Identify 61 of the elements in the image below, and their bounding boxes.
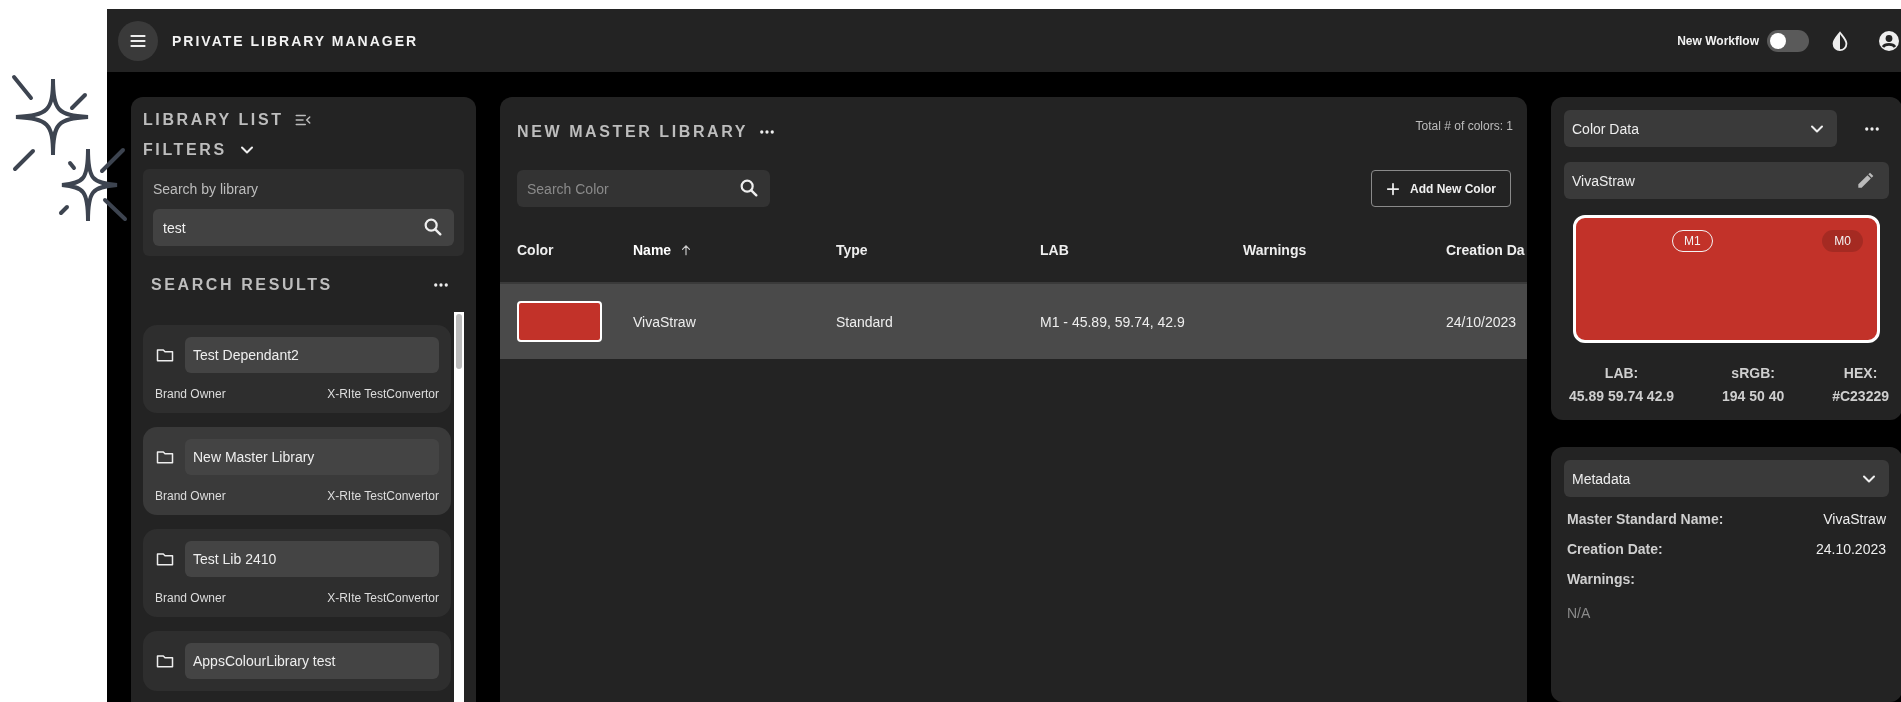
section-select[interactable]: Metadata bbox=[1564, 460, 1889, 497]
name-field[interactable]: VivaStraw bbox=[1564, 162, 1889, 199]
column-header[interactable]: Name bbox=[633, 242, 672, 258]
view-select[interactable]: Color Data bbox=[1564, 110, 1837, 147]
table-cell: VivaStraw bbox=[633, 313, 696, 330]
library-card[interactable]: New Master Library Brand Owner X-RIte TestConvertor bbox=[143, 427, 451, 515]
table-cell: M1 - 45.89, 59.74, 42.9 bbox=[1040, 313, 1185, 330]
field-label: Search by library bbox=[153, 181, 260, 197]
owner-label: Brand Owner bbox=[155, 489, 226, 503]
color-count: Total # of colors: 1 bbox=[1415, 119, 1513, 135]
value-label: LAB: bbox=[1604, 365, 1639, 381]
owner-name: X-RIte TestConvertor bbox=[327, 489, 439, 503]
library-name: New Master Library bbox=[185, 439, 439, 475]
search-field[interactable]: Search Color bbox=[517, 170, 770, 207]
pencil-icon[interactable] bbox=[1855, 170, 1875, 191]
section-title: SEARCH RESULTS bbox=[151, 276, 333, 294]
table-cell: 24/10/2023 bbox=[1446, 313, 1517, 330]
search-icon[interactable] bbox=[738, 177, 760, 199]
owner-label: Brand Owner bbox=[155, 387, 226, 401]
column-header[interactable]: Color bbox=[517, 242, 554, 258]
owner-name: X-RIte TestConvertor bbox=[327, 591, 439, 605]
column-header[interactable]: Warnings bbox=[1243, 242, 1307, 258]
owner-label: Brand Owner bbox=[155, 591, 226, 605]
account-icon[interactable] bbox=[1877, 28, 1901, 53]
field-value: N/A bbox=[1567, 605, 1592, 621]
library-card[interactable]: AppsColourLibrary test bbox=[143, 631, 451, 691]
library-title: NEW MASTER LIBRARY bbox=[517, 123, 749, 141]
column-header[interactable]: Creation Da bbox=[1446, 242, 1525, 258]
value-text: 45.89 59.74 42.9 bbox=[1569, 388, 1675, 404]
table-cell: Standard bbox=[836, 313, 893, 330]
field-label: Creation Date: bbox=[1567, 541, 1663, 557]
toggle-label: New Workflow bbox=[1677, 33, 1759, 48]
value-label: sRGB: bbox=[1731, 365, 1775, 381]
library-name: AppsColourLibrary test bbox=[185, 643, 439, 679]
app-title: PRIVATE LIBRARY MANAGER bbox=[172, 32, 419, 49]
table-row[interactable]: VivaStraw Standard M1 - 45.89, 59.74, 42.9 24/10/2023 bbox=[500, 284, 1527, 359]
library-card[interactable]: Test Dependant2 Brand Owner X-RIte TestConvertor bbox=[143, 325, 451, 413]
library-name: Test Lib 2410 bbox=[185, 541, 439, 577]
plus-icon bbox=[1386, 181, 1400, 196]
column-header[interactable]: Type bbox=[836, 242, 868, 258]
measurement-tag[interactable]: M0 bbox=[1822, 230, 1863, 252]
owner-name: X-RIte TestConvertor bbox=[327, 387, 439, 401]
field-label: Master Standard Name: bbox=[1567, 511, 1724, 527]
field-value: VivaStraw bbox=[1823, 511, 1886, 527]
panel-title: LIBRARY LIST bbox=[143, 111, 284, 129]
value-text: 194 50 40 bbox=[1722, 388, 1785, 404]
field-label: Warnings: bbox=[1567, 571, 1636, 587]
add-color-button[interactable]: Add New Color bbox=[1371, 170, 1511, 207]
search-field[interactable]: test bbox=[153, 209, 454, 246]
value-label: HEX: bbox=[1843, 365, 1878, 381]
column-header[interactable]: LAB bbox=[1040, 242, 1069, 258]
library-card[interactable]: Test Lib 2410 Brand Owner X-RIte TestConvertor bbox=[143, 529, 451, 617]
menu-button[interactable] bbox=[118, 20, 158, 61]
search-icon[interactable] bbox=[422, 216, 444, 238]
workflow-toggle[interactable] bbox=[1767, 29, 1809, 52]
library-name: Test Dependant2 bbox=[185, 337, 439, 373]
field-value: 24.10.2023 bbox=[1815, 541, 1886, 557]
value-text: #C23229 bbox=[1832, 388, 1889, 404]
color-name: VivaStraw bbox=[1572, 172, 1635, 189]
filters-label: FILTERS bbox=[143, 141, 227, 159]
scrollbar[interactable] bbox=[454, 312, 464, 702]
